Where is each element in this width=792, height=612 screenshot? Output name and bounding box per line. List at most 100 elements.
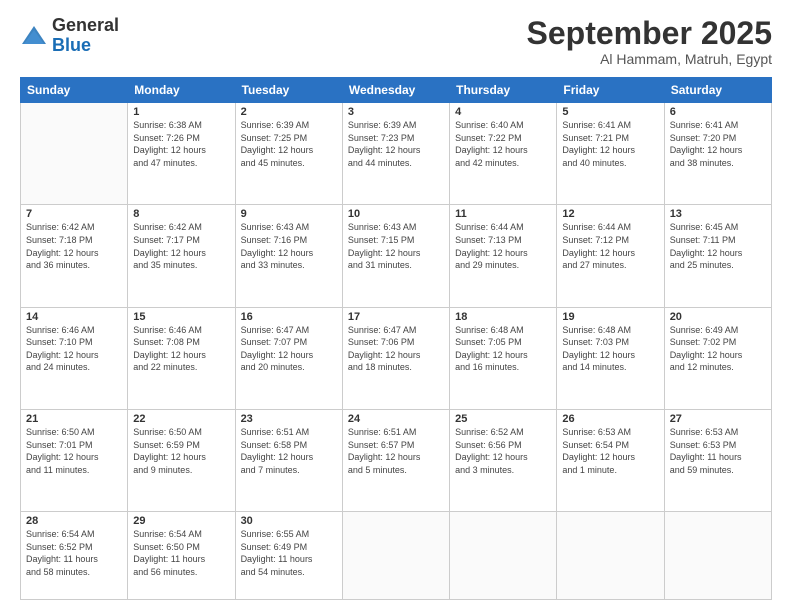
day-info: Sunrise: 6:54 AM Sunset: 6:52 PM Dayligh…	[26, 528, 122, 578]
day-info: Sunrise: 6:53 AM Sunset: 6:53 PM Dayligh…	[670, 426, 766, 476]
day-info: Sunrise: 6:49 AM Sunset: 7:02 PM Dayligh…	[670, 324, 766, 374]
logo-icon	[20, 22, 48, 50]
calendar-cell: 9Sunrise: 6:43 AM Sunset: 7:16 PM Daylig…	[235, 205, 342, 307]
logo-general: General	[52, 16, 119, 36]
day-info: Sunrise: 6:51 AM Sunset: 6:57 PM Dayligh…	[348, 426, 444, 476]
calendar-row: 14Sunrise: 6:46 AM Sunset: 7:10 PM Dayli…	[21, 307, 772, 409]
day-number: 21	[26, 413, 122, 425]
day-number: 16	[241, 311, 337, 323]
calendar-cell: 7Sunrise: 6:42 AM Sunset: 7:18 PM Daylig…	[21, 205, 128, 307]
day-info: Sunrise: 6:47 AM Sunset: 7:06 PM Dayligh…	[348, 324, 444, 374]
day-number: 13	[670, 208, 766, 220]
day-info: Sunrise: 6:54 AM Sunset: 6:50 PM Dayligh…	[133, 528, 229, 578]
day-number: 10	[348, 208, 444, 220]
logo-text: General Blue	[52, 16, 119, 56]
day-number: 1	[133, 106, 229, 118]
day-info: Sunrise: 6:50 AM Sunset: 6:59 PM Dayligh…	[133, 426, 229, 476]
day-info: Sunrise: 6:47 AM Sunset: 7:07 PM Dayligh…	[241, 324, 337, 374]
logo: General Blue	[20, 16, 119, 56]
day-info: Sunrise: 6:48 AM Sunset: 7:05 PM Dayligh…	[455, 324, 551, 374]
calendar-cell: 8Sunrise: 6:42 AM Sunset: 7:17 PM Daylig…	[128, 205, 235, 307]
day-header: Thursday	[450, 78, 557, 103]
calendar-row: 21Sunrise: 6:50 AM Sunset: 7:01 PM Dayli…	[21, 409, 772, 511]
calendar-row: 1Sunrise: 6:38 AM Sunset: 7:26 PM Daylig…	[21, 103, 772, 205]
calendar-cell: 6Sunrise: 6:41 AM Sunset: 7:20 PM Daylig…	[664, 103, 771, 205]
calendar-cell: 30Sunrise: 6:55 AM Sunset: 6:49 PM Dayli…	[235, 512, 342, 600]
day-info: Sunrise: 6:40 AM Sunset: 7:22 PM Dayligh…	[455, 119, 551, 169]
calendar-cell	[342, 512, 449, 600]
month-title: September 2025	[527, 16, 772, 51]
day-header: Saturday	[664, 78, 771, 103]
calendar-cell: 14Sunrise: 6:46 AM Sunset: 7:10 PM Dayli…	[21, 307, 128, 409]
day-number: 28	[26, 515, 122, 527]
page: General Blue September 2025 Al Hammam, M…	[0, 0, 792, 612]
calendar-cell: 24Sunrise: 6:51 AM Sunset: 6:57 PM Dayli…	[342, 409, 449, 511]
day-number: 19	[562, 311, 658, 323]
day-number: 29	[133, 515, 229, 527]
calendar-cell: 23Sunrise: 6:51 AM Sunset: 6:58 PM Dayli…	[235, 409, 342, 511]
day-number: 9	[241, 208, 337, 220]
calendar-cell: 2Sunrise: 6:39 AM Sunset: 7:25 PM Daylig…	[235, 103, 342, 205]
calendar-row: 7Sunrise: 6:42 AM Sunset: 7:18 PM Daylig…	[21, 205, 772, 307]
day-number: 7	[26, 208, 122, 220]
day-info: Sunrise: 6:43 AM Sunset: 7:15 PM Dayligh…	[348, 221, 444, 271]
header-row: SundayMondayTuesdayWednesdayThursdayFrid…	[21, 78, 772, 103]
calendar-cell: 11Sunrise: 6:44 AM Sunset: 7:13 PM Dayli…	[450, 205, 557, 307]
day-info: Sunrise: 6:44 AM Sunset: 7:13 PM Dayligh…	[455, 221, 551, 271]
day-header: Wednesday	[342, 78, 449, 103]
day-number: 4	[455, 106, 551, 118]
day-number: 12	[562, 208, 658, 220]
day-info: Sunrise: 6:39 AM Sunset: 7:23 PM Dayligh…	[348, 119, 444, 169]
day-number: 26	[562, 413, 658, 425]
calendar-cell: 17Sunrise: 6:47 AM Sunset: 7:06 PM Dayli…	[342, 307, 449, 409]
day-number: 23	[241, 413, 337, 425]
day-number: 27	[670, 413, 766, 425]
day-number: 25	[455, 413, 551, 425]
day-number: 17	[348, 311, 444, 323]
calendar: SundayMondayTuesdayWednesdayThursdayFrid…	[20, 77, 772, 600]
calendar-cell: 29Sunrise: 6:54 AM Sunset: 6:50 PM Dayli…	[128, 512, 235, 600]
day-number: 15	[133, 311, 229, 323]
day-info: Sunrise: 6:42 AM Sunset: 7:17 PM Dayligh…	[133, 221, 229, 271]
day-header: Monday	[128, 78, 235, 103]
day-info: Sunrise: 6:39 AM Sunset: 7:25 PM Dayligh…	[241, 119, 337, 169]
calendar-cell: 18Sunrise: 6:48 AM Sunset: 7:05 PM Dayli…	[450, 307, 557, 409]
calendar-cell	[21, 103, 128, 205]
day-info: Sunrise: 6:52 AM Sunset: 6:56 PM Dayligh…	[455, 426, 551, 476]
calendar-cell: 22Sunrise: 6:50 AM Sunset: 6:59 PM Dayli…	[128, 409, 235, 511]
day-number: 22	[133, 413, 229, 425]
day-number: 6	[670, 106, 766, 118]
day-info: Sunrise: 6:46 AM Sunset: 7:08 PM Dayligh…	[133, 324, 229, 374]
calendar-cell: 3Sunrise: 6:39 AM Sunset: 7:23 PM Daylig…	[342, 103, 449, 205]
calendar-cell: 1Sunrise: 6:38 AM Sunset: 7:26 PM Daylig…	[128, 103, 235, 205]
calendar-cell	[450, 512, 557, 600]
day-number: 3	[348, 106, 444, 118]
calendar-cell	[664, 512, 771, 600]
day-info: Sunrise: 6:43 AM Sunset: 7:16 PM Dayligh…	[241, 221, 337, 271]
day-info: Sunrise: 6:55 AM Sunset: 6:49 PM Dayligh…	[241, 528, 337, 578]
calendar-cell: 27Sunrise: 6:53 AM Sunset: 6:53 PM Dayli…	[664, 409, 771, 511]
calendar-cell: 28Sunrise: 6:54 AM Sunset: 6:52 PM Dayli…	[21, 512, 128, 600]
day-header: Sunday	[21, 78, 128, 103]
day-header: Tuesday	[235, 78, 342, 103]
day-info: Sunrise: 6:45 AM Sunset: 7:11 PM Dayligh…	[670, 221, 766, 271]
day-info: Sunrise: 6:51 AM Sunset: 6:58 PM Dayligh…	[241, 426, 337, 476]
logo-blue: Blue	[52, 36, 119, 56]
calendar-cell: 13Sunrise: 6:45 AM Sunset: 7:11 PM Dayli…	[664, 205, 771, 307]
day-header: Friday	[557, 78, 664, 103]
day-number: 11	[455, 208, 551, 220]
calendar-cell: 15Sunrise: 6:46 AM Sunset: 7:08 PM Dayli…	[128, 307, 235, 409]
calendar-row: 28Sunrise: 6:54 AM Sunset: 6:52 PM Dayli…	[21, 512, 772, 600]
title-block: September 2025 Al Hammam, Matruh, Egypt	[527, 16, 772, 67]
day-info: Sunrise: 6:48 AM Sunset: 7:03 PM Dayligh…	[562, 324, 658, 374]
day-info: Sunrise: 6:50 AM Sunset: 7:01 PM Dayligh…	[26, 426, 122, 476]
day-number: 18	[455, 311, 551, 323]
calendar-cell: 12Sunrise: 6:44 AM Sunset: 7:12 PM Dayli…	[557, 205, 664, 307]
day-number: 2	[241, 106, 337, 118]
location: Al Hammam, Matruh, Egypt	[527, 51, 772, 67]
calendar-cell: 25Sunrise: 6:52 AM Sunset: 6:56 PM Dayli…	[450, 409, 557, 511]
calendar-cell: 26Sunrise: 6:53 AM Sunset: 6:54 PM Dayli…	[557, 409, 664, 511]
day-info: Sunrise: 6:53 AM Sunset: 6:54 PM Dayligh…	[562, 426, 658, 476]
calendar-cell	[557, 512, 664, 600]
day-number: 24	[348, 413, 444, 425]
